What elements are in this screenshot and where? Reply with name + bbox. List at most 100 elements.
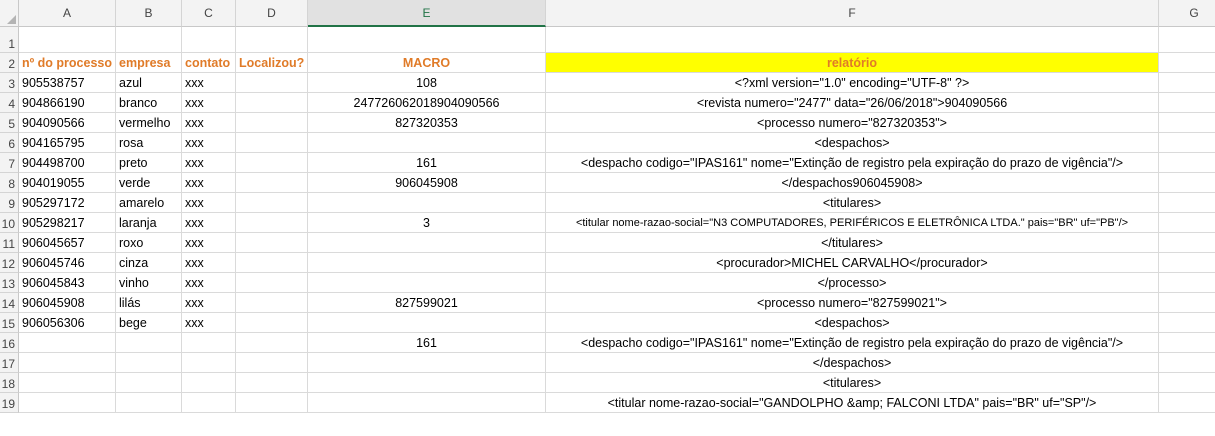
cell-a13[interactable]: 906045843	[19, 273, 116, 293]
cell-g14[interactable]	[1159, 293, 1215, 313]
cell-c16[interactable]	[182, 333, 236, 353]
cell-d8[interactable]	[236, 173, 308, 193]
cell-d10[interactable]	[236, 213, 308, 233]
cell-g1[interactable]	[1159, 27, 1215, 53]
cell-b8[interactable]: verde	[116, 173, 182, 193]
cell-b7[interactable]: preto	[116, 153, 182, 173]
cell-b10[interactable]: laranja	[116, 213, 182, 233]
cell-b12[interactable]: cinza	[116, 253, 182, 273]
row-header-4[interactable]: 4	[0, 93, 19, 113]
cell-f12[interactable]: <procurador>MICHEL CARVALHO</procurador>	[546, 253, 1159, 273]
cell-c15[interactable]: xxx	[182, 313, 236, 333]
cell-g4[interactable]	[1159, 93, 1215, 113]
cell-c12[interactable]: xxx	[182, 253, 236, 273]
cell-c17[interactable]	[182, 353, 236, 373]
cell-a17[interactable]	[19, 353, 116, 373]
cell-b6[interactable]: rosa	[116, 133, 182, 153]
cell-b18[interactable]	[116, 373, 182, 393]
column-header-g[interactable]: G	[1159, 0, 1215, 27]
cell-d16[interactable]	[236, 333, 308, 353]
cell-b17[interactable]	[116, 353, 182, 373]
row-header-8[interactable]: 8	[0, 173, 19, 193]
row-header-1[interactable]: 1	[0, 27, 19, 53]
cell-e18[interactable]	[308, 373, 546, 393]
cell-g11[interactable]	[1159, 233, 1215, 253]
cell-e2[interactable]: MACRO	[308, 53, 546, 73]
cell-e15[interactable]	[308, 313, 546, 333]
cell-f8[interactable]: </despachos906045908>	[546, 173, 1159, 193]
row-header-6[interactable]: 6	[0, 133, 19, 153]
column-header-b[interactable]: B	[116, 0, 182, 27]
cell-d19[interactable]	[236, 393, 308, 413]
cell-d5[interactable]	[236, 113, 308, 133]
cell-g18[interactable]	[1159, 373, 1215, 393]
cell-c5[interactable]: xxx	[182, 113, 236, 133]
cell-d9[interactable]	[236, 193, 308, 213]
cell-a18[interactable]	[19, 373, 116, 393]
cell-f19[interactable]: <titular nome-razao-social="GANDOLPHO &a…	[546, 393, 1159, 413]
cell-g7[interactable]	[1159, 153, 1215, 173]
cell-f1[interactable]	[546, 27, 1159, 53]
cell-g9[interactable]	[1159, 193, 1215, 213]
cell-f6[interactable]: <despachos>	[546, 133, 1159, 153]
cell-b19[interactable]	[116, 393, 182, 413]
cell-e6[interactable]	[308, 133, 546, 153]
cell-e14[interactable]: 827599021	[308, 293, 546, 313]
cell-e1[interactable]	[308, 27, 546, 53]
cell-c13[interactable]: xxx	[182, 273, 236, 293]
cell-d12[interactable]	[236, 253, 308, 273]
cell-b15[interactable]: bege	[116, 313, 182, 333]
cell-b2[interactable]: empresa	[116, 53, 182, 73]
cell-c18[interactable]	[182, 373, 236, 393]
cell-f15[interactable]: <despachos>	[546, 313, 1159, 333]
cell-f17[interactable]: </despachos>	[546, 353, 1159, 373]
cell-c19[interactable]	[182, 393, 236, 413]
cell-e4[interactable]: 24772606201890409056​6	[308, 93, 546, 113]
cell-c9[interactable]: xxx	[182, 193, 236, 213]
cell-a4[interactable]: 904866190	[19, 93, 116, 113]
cell-b16[interactable]	[116, 333, 182, 353]
cell-e12[interactable]	[308, 253, 546, 273]
cell-c3[interactable]: xxx	[182, 73, 236, 93]
cell-e19[interactable]	[308, 393, 546, 413]
cell-g19[interactable]	[1159, 393, 1215, 413]
row-header-11[interactable]: 11	[0, 233, 19, 253]
row-header-7[interactable]: 7	[0, 153, 19, 173]
cell-f3[interactable]: <?xml version="1.0" encoding="UTF-8" ?>	[546, 73, 1159, 93]
cell-d15[interactable]	[236, 313, 308, 333]
cell-f4[interactable]: <revista numero="2477" data="26/06/2018"…	[546, 93, 1159, 113]
cell-c10[interactable]: xxx	[182, 213, 236, 233]
cell-a19[interactable]	[19, 393, 116, 413]
cell-e5[interactable]: 827320353	[308, 113, 546, 133]
cell-e17[interactable]	[308, 353, 546, 373]
cell-d13[interactable]	[236, 273, 308, 293]
cell-d11[interactable]	[236, 233, 308, 253]
cell-c6[interactable]: xxx	[182, 133, 236, 153]
cell-a15[interactable]: 906056306	[19, 313, 116, 333]
cell-g13[interactable]	[1159, 273, 1215, 293]
column-header-c[interactable]: C	[182, 0, 236, 27]
row-header-16[interactable]: 16	[0, 333, 19, 353]
cell-a16[interactable]	[19, 333, 116, 353]
cell-b1[interactable]	[116, 27, 182, 53]
cell-g15[interactable]	[1159, 313, 1215, 333]
cell-c8[interactable]: xxx	[182, 173, 236, 193]
row-header-14[interactable]: 14	[0, 293, 19, 313]
cell-b3[interactable]: azul	[116, 73, 182, 93]
cell-a7[interactable]: 904498700	[19, 153, 116, 173]
cell-b11[interactable]: roxo	[116, 233, 182, 253]
cell-d1[interactable]	[236, 27, 308, 53]
row-header-5[interactable]: 5	[0, 113, 19, 133]
cell-a14[interactable]: 906045908	[19, 293, 116, 313]
cell-b9[interactable]: amarelo	[116, 193, 182, 213]
row-header-3[interactable]: 3	[0, 73, 19, 93]
column-header-f[interactable]: F	[546, 0, 1159, 27]
cell-a6[interactable]: 904165795	[19, 133, 116, 153]
cell-c11[interactable]: xxx	[182, 233, 236, 253]
cell-c14[interactable]: xxx	[182, 293, 236, 313]
cell-f18[interactable]: <titulares>	[546, 373, 1159, 393]
row-header-2[interactable]: 2	[0, 53, 19, 73]
row-header-15[interactable]: 15	[0, 313, 19, 333]
cell-f14[interactable]: <processo numero="827599021">	[546, 293, 1159, 313]
row-header-17[interactable]: 17	[0, 353, 19, 373]
